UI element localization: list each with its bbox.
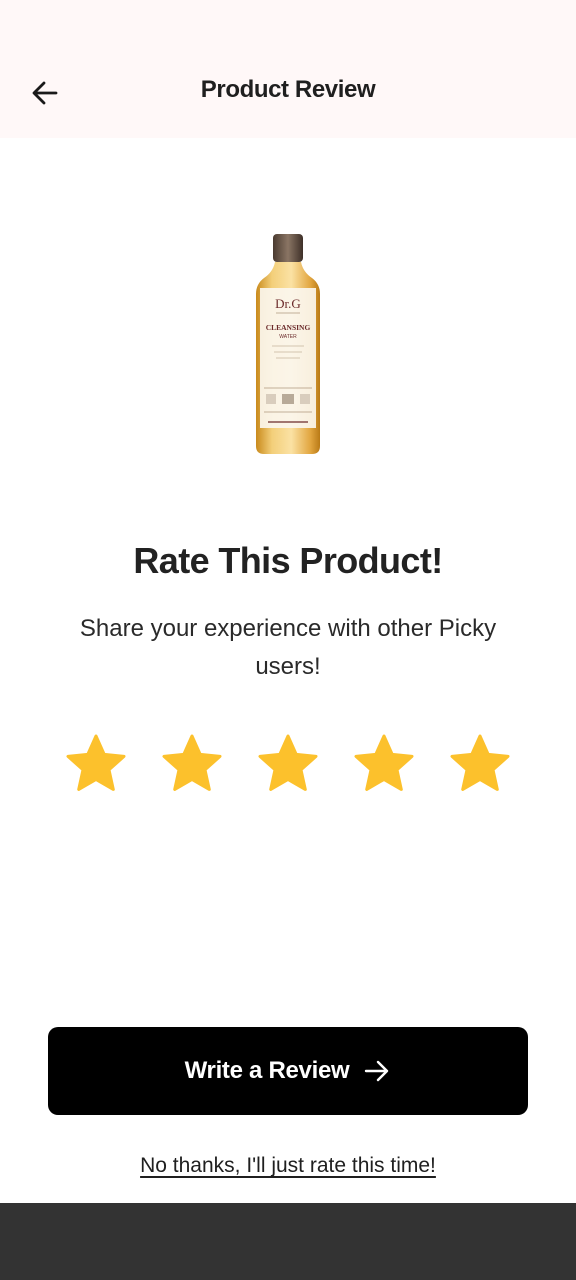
skip-review-link[interactable]: No thanks, I'll just rate this time! [0,1154,576,1178]
star-icon[interactable] [448,732,512,796]
product-brand-text: Dr.G [275,296,301,311]
product-name-line1: CLEANSING [266,323,311,332]
app-header: Product Review [0,0,576,138]
star-icon[interactable] [256,732,320,796]
product-image: Dr.G CLEANSING WATER [238,226,338,462]
star-icon[interactable] [160,732,224,796]
write-review-button[interactable]: Write a Review [48,1027,528,1115]
star-icon[interactable] [352,732,416,796]
rate-subtitle: Share your experience with other Picky u… [79,615,497,680]
page-title: Product Review [200,76,376,103]
star-rating [0,732,576,800]
arrow-right-icon [365,1060,389,1082]
product-name-line2: WATER [279,334,297,340]
rate-title: Rate This Product! [133,540,443,581]
star-icon[interactable] [64,732,128,796]
system-navigation-bar [0,1203,576,1280]
write-review-label: Write a Review [184,1057,350,1084]
